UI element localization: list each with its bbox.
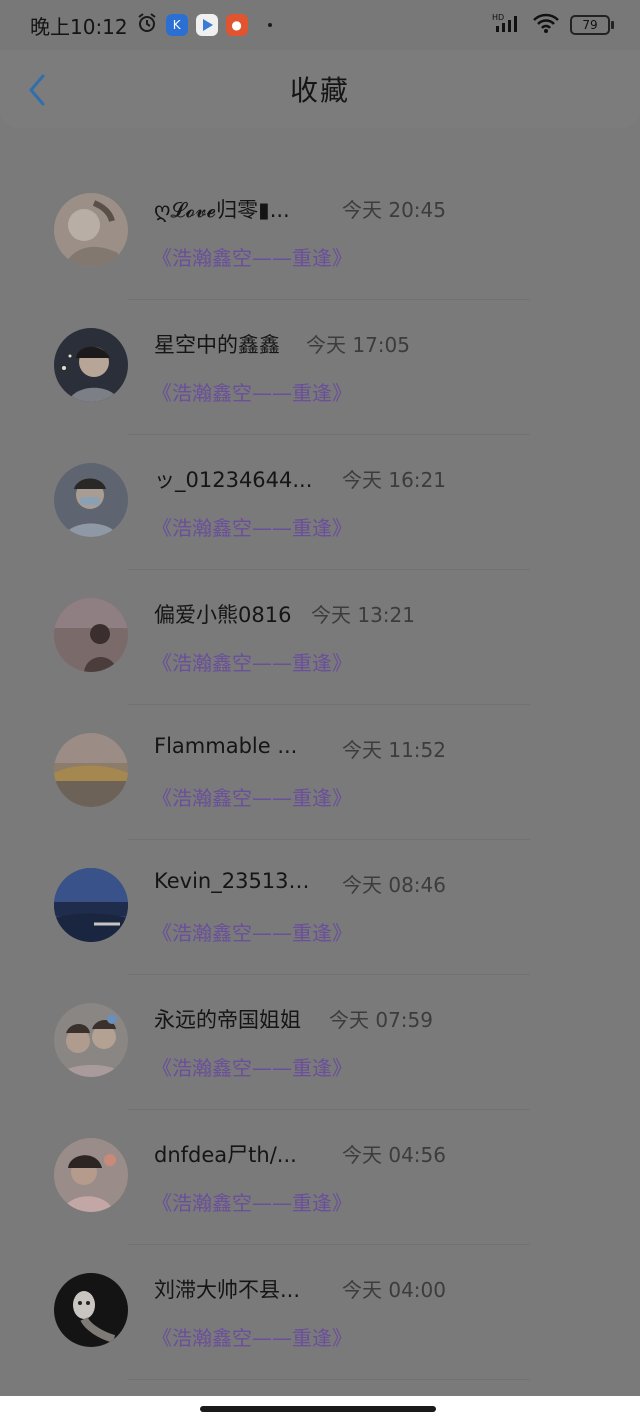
user-name: 永远的帝国姐姐 <box>154 1008 301 1032</box>
user-name: dnfdea尸th/... <box>154 1143 297 1167</box>
svg-text:HD: HD <box>492 13 504 22</box>
list-item[interactable]: Kevin_235136... 今天 08:46 《浩瀚鑫空——重逢》 <box>0 840 640 975</box>
list-item[interactable]: 星空中的鑫鑫 今天 17:05 《浩瀚鑫空——重逢》 <box>0 300 640 435</box>
list-item[interactable]: 偏爱小熊0816 今天 13:21 《浩瀚鑫空——重逢》 <box>0 570 640 705</box>
list-item[interactable]: ッ_01234644... 今天 16:21 《浩瀚鑫空——重逢》 <box>0 435 640 570</box>
timestamp: 今天 13:21 <box>311 603 415 627</box>
work-title-link[interactable]: 《浩瀚鑫空——重逢》 <box>152 782 352 811</box>
notification-dot <box>267 23 272 27</box>
work-title-link[interactable]: 《浩瀚鑫空——重逢》 <box>152 1187 352 1216</box>
chevron-left-icon <box>29 74 45 106</box>
user-name: 刘滞大帅不县... <box>154 1278 301 1302</box>
nav-header: 收藏 <box>0 50 640 128</box>
list-item[interactable]: 刘滞大帅不县... 今天 04:00 《浩瀚鑫空——重逢》 <box>0 1245 640 1380</box>
home-indicator[interactable] <box>200 1406 436 1412</box>
list-item[interactable]: ღ𝓛𝓸𝓿𝓮归零▮... 今天 20:45 《浩瀚鑫空——重逢》 <box>0 165 640 300</box>
list-item[interactable]: 永远的帝国姐姐 今天 07:59 《浩瀚鑫空——重逢》 <box>0 975 640 1110</box>
timestamp: 今天 07:59 <box>329 1008 433 1032</box>
timestamp: 今天 04:00 <box>342 1278 446 1302</box>
list-item[interactable]: dnfdea尸th/... 今天 04:56 《浩瀚鑫空——重逢》 <box>0 1110 640 1245</box>
user-name: Kevin_235136... <box>154 869 314 893</box>
divider <box>128 1379 530 1380</box>
wifi-icon <box>532 12 560 38</box>
avatar[interactable] <box>54 193 128 267</box>
page-title: 收藏 <box>289 74 350 107</box>
work-title-link[interactable]: 《浩瀚鑫空——重逢》 <box>152 377 352 406</box>
work-title-link[interactable]: 《浩瀚鑫空——重逢》 <box>152 1052 352 1081</box>
user-name: ღ𝓛𝓸𝓿𝓮归零▮... <box>154 198 290 222</box>
home-bar <box>0 1396 640 1422</box>
avatar[interactable] <box>54 1273 128 1347</box>
avatar[interactable] <box>54 328 128 402</box>
work-title-link[interactable]: 《浩瀚鑫空——重逢》 <box>152 242 352 271</box>
timestamp: 今天 04:56 <box>342 1143 446 1167</box>
user-name: ッ_01234644... <box>154 468 313 492</box>
back-button[interactable] <box>22 72 52 108</box>
work-title-link[interactable]: 《浩瀚鑫空——重逢》 <box>152 512 352 541</box>
work-title-link[interactable]: 《浩瀚鑫空——重逢》 <box>152 917 352 946</box>
user-name: 星空中的鑫鑫 <box>154 333 280 357</box>
user-name: Flammable ... <box>154 734 298 758</box>
status-time: 晚上10:12 <box>30 14 128 39</box>
avatar[interactable] <box>54 1003 128 1077</box>
status-right: HD 79 <box>492 12 614 38</box>
battery-icon: 79 <box>570 15 614 35</box>
alarm-icon <box>136 12 158 38</box>
timestamp: 今天 17:05 <box>306 333 410 357</box>
timestamp: 今天 20:45 <box>342 198 446 222</box>
work-title-link[interactable]: 《浩瀚鑫空——重逢》 <box>152 647 352 676</box>
timestamp: 今天 16:21 <box>342 468 446 492</box>
app-k-icon: K <box>165 14 188 36</box>
avatar[interactable] <box>54 598 128 672</box>
signal-icon: HD <box>492 12 522 38</box>
timestamp: 今天 08:46 <box>342 873 446 897</box>
favorites-list: ღ𝓛𝓸𝓿𝓮归零▮... 今天 20:45 《浩瀚鑫空——重逢》 星空中的鑫鑫 今… <box>0 165 640 1380</box>
shopping-app-icon: ● <box>225 14 248 36</box>
list-item[interactable]: Flammable ... 今天 11:52 《浩瀚鑫空——重逢》 <box>0 705 640 840</box>
user-name: 偏爱小熊0816 <box>154 603 292 627</box>
battery-level: 79 <box>582 18 598 32</box>
video-app-icon <box>195 14 218 36</box>
status-left: 晚上10:12 K ● <box>30 11 272 40</box>
avatar[interactable] <box>54 868 128 942</box>
avatar[interactable] <box>54 463 128 537</box>
status-bar: 晚上10:12 K ● HD 79 <box>0 0 640 50</box>
avatar[interactable] <box>54 1138 128 1212</box>
avatar[interactable] <box>54 733 128 807</box>
timestamp: 今天 11:52 <box>342 738 446 762</box>
work-title-link[interactable]: 《浩瀚鑫空——重逢》 <box>152 1322 352 1351</box>
